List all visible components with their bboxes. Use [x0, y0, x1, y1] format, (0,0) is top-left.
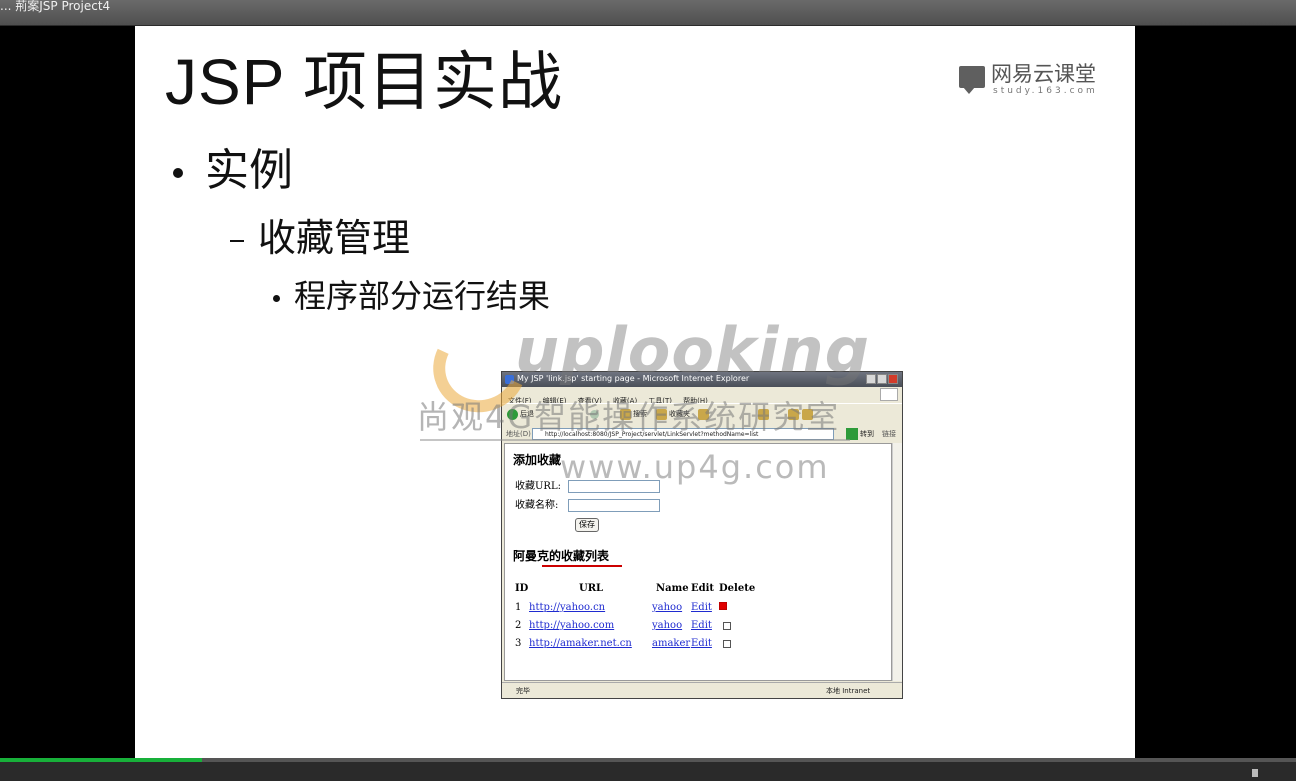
netease-logo: 网易云课堂 study.163.com [957, 62, 1107, 98]
row-name-link[interactable]: amaker [652, 637, 690, 650]
row-url-link[interactable]: http://yahoo.com [529, 619, 614, 632]
bullet-dash-icon [230, 239, 244, 242]
name-input[interactable] [568, 499, 660, 512]
bullet-dot-icon [273, 294, 280, 302]
bullet-level3-text: 程序部分运行结果 [294, 277, 551, 315]
row-edit-link[interactable]: Edit [691, 637, 712, 650]
go-label: 转到 [860, 430, 874, 438]
close-icon [888, 374, 898, 384]
row-delete-checkbox[interactable] [723, 640, 731, 648]
row-id: 2 [515, 620, 522, 631]
row-url-link[interactable]: http://amaker.net.cn [529, 637, 632, 650]
window-title-bar: ... 荊案JSP Project4 [0, 0, 1296, 26]
row-name-link[interactable]: yahoo [652, 619, 682, 632]
bullet-dot-icon [173, 168, 183, 178]
list-heading: 阿曼克的收藏列表 [513, 549, 610, 563]
row-name-link[interactable]: yahoo [652, 601, 682, 614]
column-header-url: URL [579, 583, 604, 594]
add-heading: 添加收藏 [513, 453, 562, 467]
row-id: 3 [515, 638, 522, 649]
row-delete-checkbox[interactable] [723, 622, 731, 630]
row-edit-link[interactable]: Edit [691, 619, 712, 632]
volume-icon[interactable] [1252, 769, 1260, 777]
bullet-level2: 收藏管理 [230, 216, 410, 260]
maximize-icon [877, 374, 887, 384]
column-header-id: ID [515, 583, 529, 594]
logo-name: 网易云课堂 [991, 62, 1096, 86]
zone-text: 本地 Intranet [826, 687, 871, 695]
watermark-brand: uplooking [515, 314, 870, 387]
slide: JSP 项目实战 网易云课堂 study.163.com 实例 收藏管理 程序部… [135, 26, 1135, 758]
bullet-level1-text: 实例 [205, 145, 293, 196]
window-title: ... 荊案JSP Project4 [0, 0, 111, 13]
logo-subtitle: study.163.com [993, 86, 1098, 96]
vertical-scrollbar[interactable] [892, 443, 902, 681]
row-delete-checkbox[interactable] [719, 602, 727, 610]
bullet-level1: 实例 [173, 145, 293, 197]
watermark-url: www.up4g.com [560, 448, 830, 486]
links-label: 链接 [882, 430, 896, 438]
column-header-delete: Delete [719, 583, 756, 594]
progress-track[interactable] [0, 758, 1296, 762]
status-text: 完毕 [516, 687, 530, 695]
row-edit-link[interactable]: Edit [691, 601, 712, 614]
bullet-level2-text: 收藏管理 [258, 216, 411, 260]
progress-fill [0, 758, 203, 762]
slide-title: JSP 项目实战 [165, 46, 563, 118]
row-url-link[interactable]: http://yahoo.cn [529, 601, 605, 614]
red-underline-annotation [542, 565, 622, 567]
ie-status-bar: 完毕 本地 Intranet [502, 682, 902, 698]
column-header-edit: Edit [691, 583, 715, 594]
watermark-cn: 尚观4G智能操作系统研究室 [417, 398, 841, 436]
player-controls [0, 758, 1296, 781]
name-label: 收藏名称: [515, 500, 559, 511]
windows-flag-icon [880, 388, 898, 401]
speech-book-icon [959, 66, 985, 94]
save-button[interactable]: 保存 [575, 518, 599, 532]
column-header-name: Name [656, 583, 689, 594]
url-label: 收藏URL: [515, 481, 561, 492]
bullet-level3: 程序部分运行结果 [273, 276, 550, 316]
watermark-divider [420, 439, 850, 441]
row-id: 1 [515, 602, 522, 613]
